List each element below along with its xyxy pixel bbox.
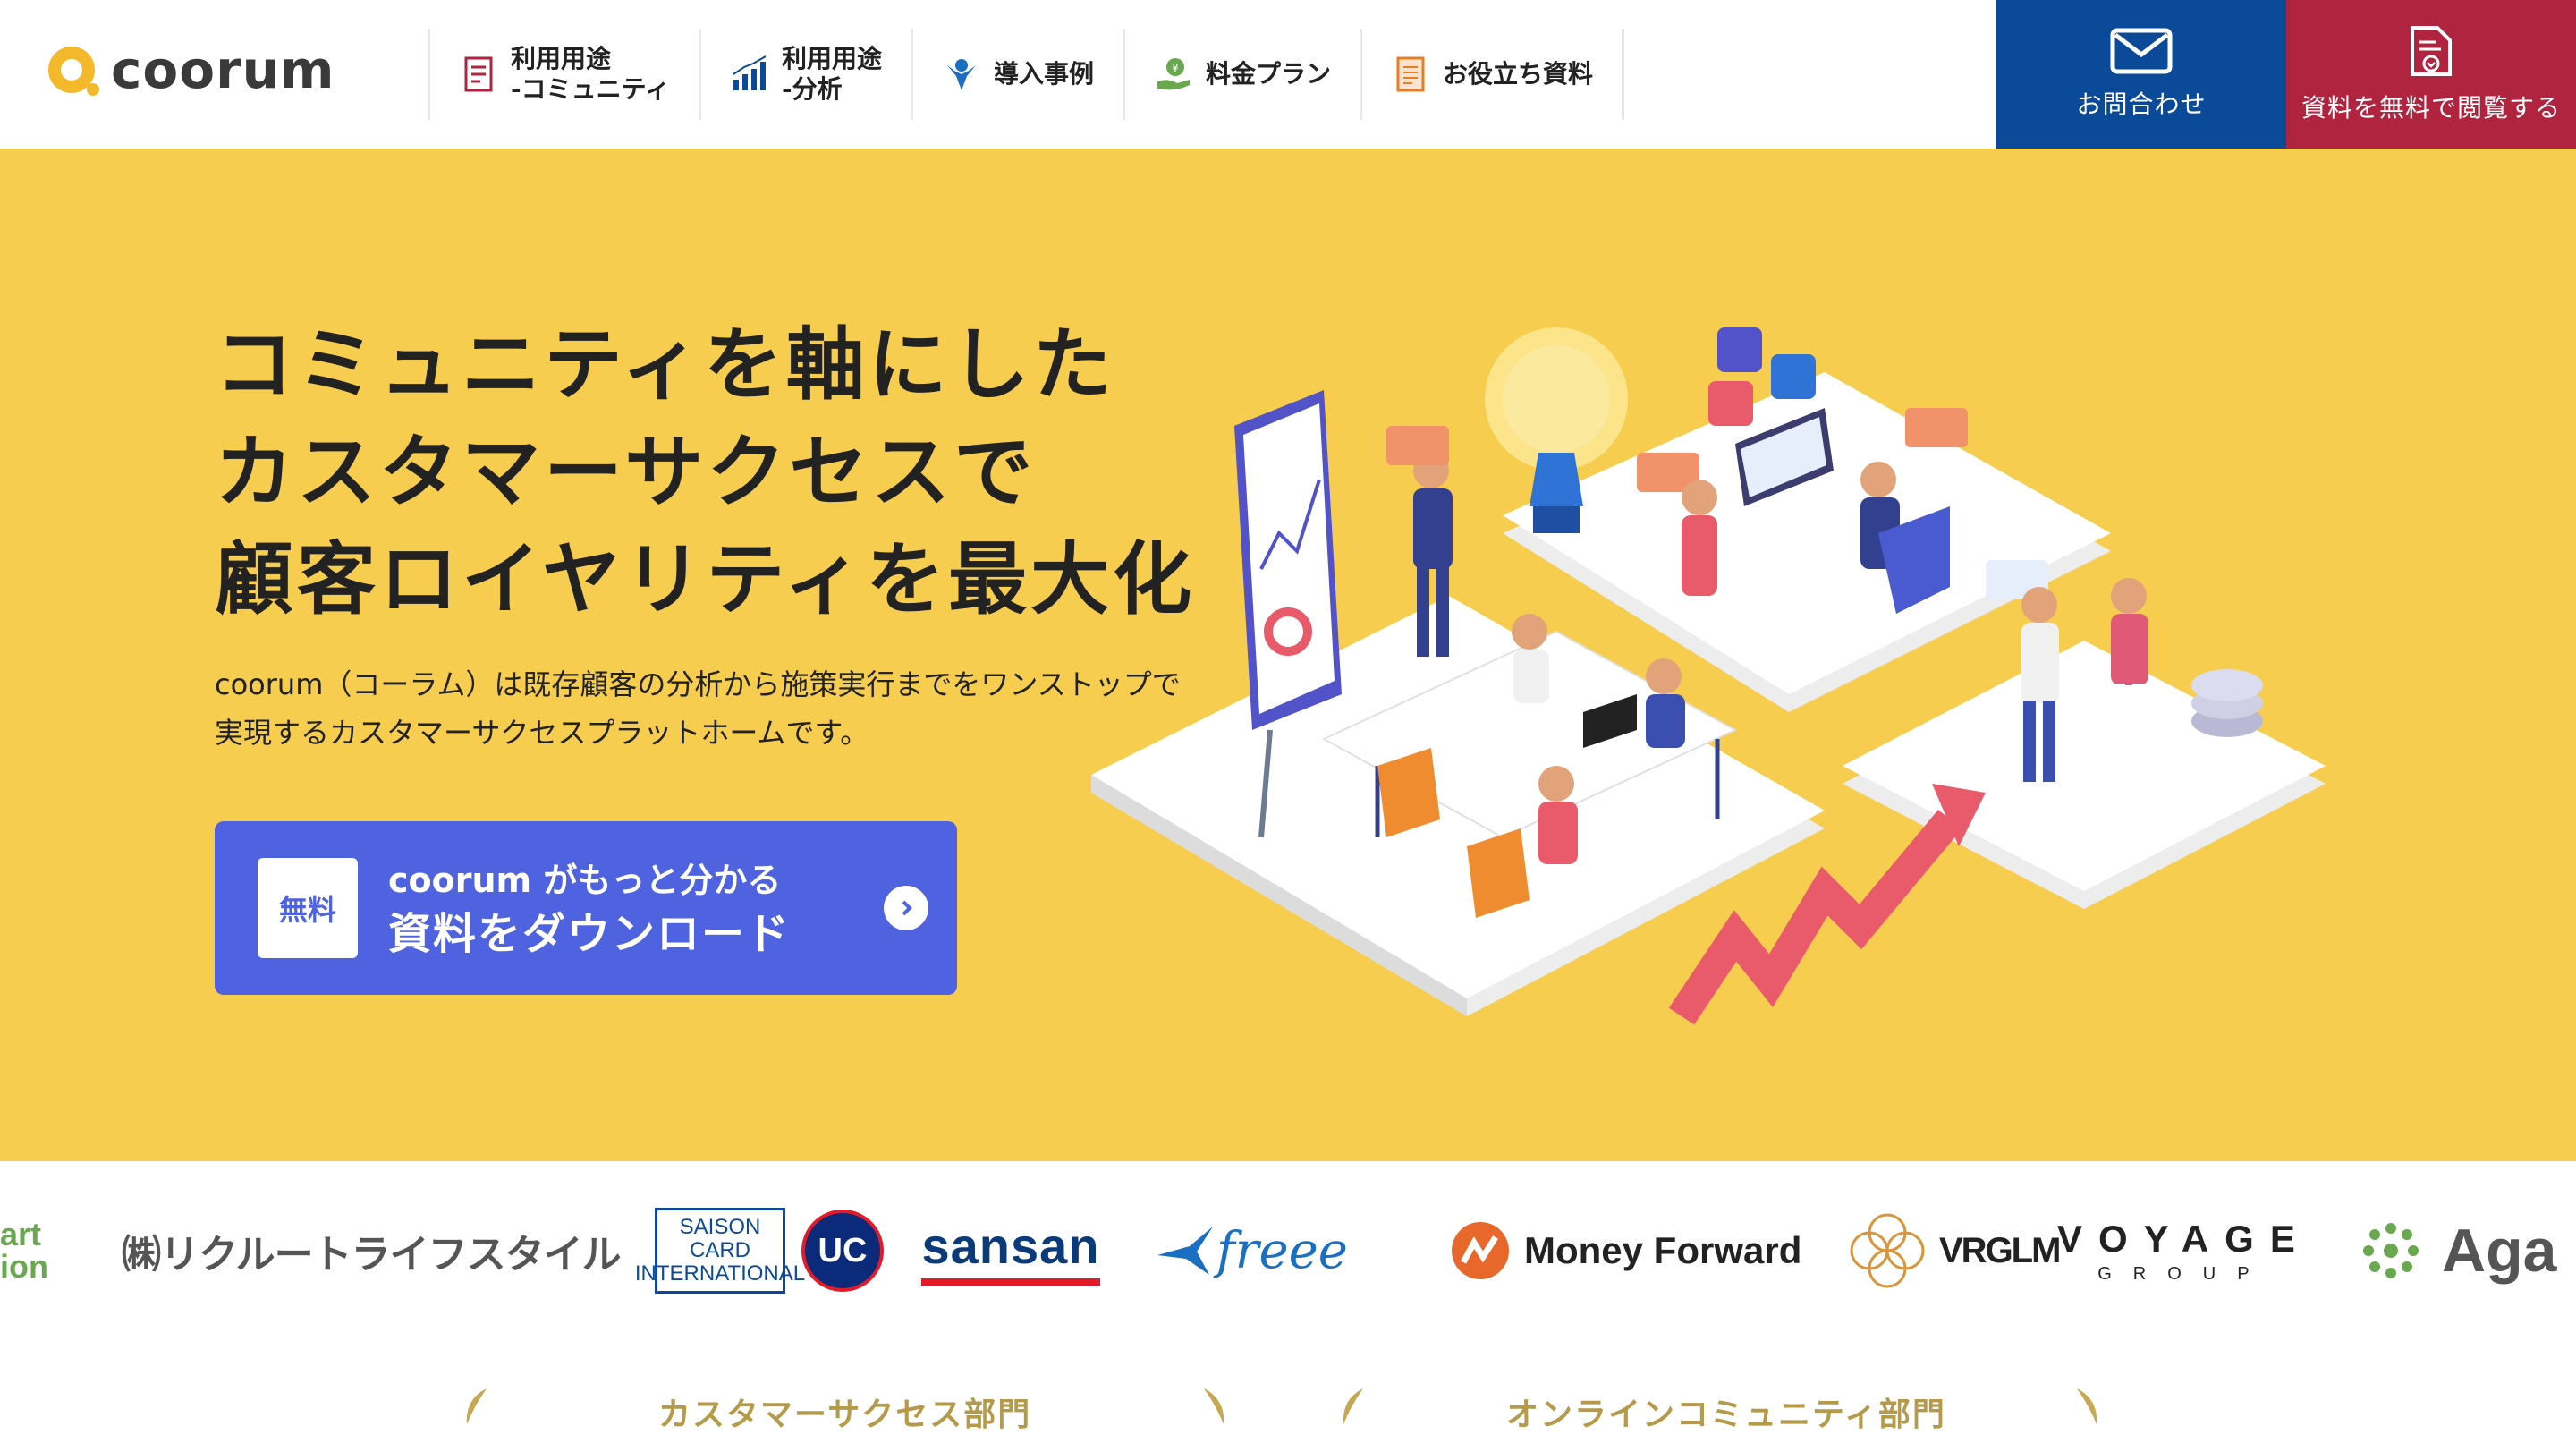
saison-card-logo: SAISON CARD INTERNATIONAL: [635, 1208, 805, 1294]
client-logo-aga: Aga: [2352, 1161, 2556, 1340]
logo-mark-icon: [48, 47, 99, 96]
bar-chart-icon: [733, 55, 767, 90]
client-logos: art ion ㈱リクルートライフスタイル SAISON CARD INTERN…: [0, 1161, 2576, 1340]
client-logo-freee: freee: [1154, 1161, 1348, 1340]
document-icon: [464, 56, 493, 92]
hero-title-line: 顧客ロイヤリティを最大化: [215, 533, 1196, 625]
svg-text:¥: ¥: [1172, 62, 1179, 74]
logo-text: coorum: [111, 39, 335, 100]
nav-label: 利用用途 -分析: [781, 44, 882, 104]
ring-pattern-icon: [1850, 1213, 1925, 1288]
voyage-logo-text: VOYAGE: [2057, 1217, 2311, 1260]
sansan-logo-text: sansan: [921, 1217, 1100, 1274]
hero-title: コミュニティを軸にした カスタマーサクセスで 顧客ロイヤリティを最大化: [215, 311, 1195, 633]
laurel-right-icon: [2077, 1388, 2097, 1424]
cta-line-2: 資料をダウンロード: [388, 909, 792, 959]
client-logo-vrglm: VRGLM: [1843, 1161, 2061, 1340]
chevron-right-icon: [884, 886, 928, 930]
hero-title-line: コミュニティを軸にした: [215, 318, 1115, 411]
free-badge: 無料: [258, 858, 358, 958]
site-header: coorum 利用用途 -コミュニティ 利用用途 -分析 導入事例 ¥ 料金プラ…: [0, 0, 2576, 149]
client-logo-moneyforward: Money Forward: [1449, 1161, 1801, 1340]
vrglm-logo-text: VRGLM: [1939, 1230, 2061, 1270]
cta-line-1: coorum がもっと分かる: [388, 861, 782, 900]
people-icon: [946, 59, 976, 90]
swallow-icon: [1157, 1227, 1213, 1275]
code-icon: [1717, 327, 1762, 372]
nav-label: 料金プラン: [1205, 59, 1331, 89]
hero-section: コミュニティを軸にした カスタマーサクセスで 顧客ロイヤリティを最大化 coor…: [0, 149, 2576, 1161]
main-nav: 利用用途 -コミュニティ 利用用途 -分析 導入事例 ¥ 料金プラン お役立ち資…: [428, 29, 1625, 120]
nav-pricing[interactable]: ¥ 料金プラン: [1122, 29, 1360, 120]
mail-icon: [2110, 28, 2173, 74]
dot-flower-icon: [2363, 1223, 2419, 1278]
nav-label: 利用用途 -コミュニティ: [511, 44, 670, 104]
contact-button[interactable]: お問合わせ: [1996, 0, 2286, 149]
client-logo-saison: SAISON CARD INTERNATIONAL: [635, 1161, 805, 1340]
braces-icon: [1708, 381, 1753, 426]
award-online-community: オンラインコミュニティ部門: [1506, 1397, 1946, 1433]
hero-title-line: カスタマーサクセスで: [215, 426, 1037, 518]
view-documents-button[interactable]: 資料を無料で閲覧する: [2286, 0, 2576, 149]
client-logo-recruit: ㈱リクルートライフスタイル: [122, 1233, 622, 1277]
cta-text: coorum がもっと分かる 資料をダウンロード: [388, 854, 791, 962]
laurel-left-icon: [466, 1388, 487, 1424]
client-logo-partial: art ion: [0, 1216, 48, 1285]
nav-label: お役立ち資料: [1443, 59, 1594, 89]
office-illustration: [1091, 327, 2326, 1025]
voyage-group-text: GROUP: [2097, 1263, 2271, 1284]
download-materials-button[interactable]: 無料 coorum がもっと分かる 資料をダウンロード: [215, 821, 957, 995]
speech-bubble: [1386, 426, 1449, 465]
sansan-underline: [921, 1278, 1100, 1286]
award-customer-success: カスタマーサクセス部門: [658, 1397, 1032, 1433]
client-logo-voyage: VOYAGE GROUP: [2057, 1161, 2311, 1340]
laurel-right-icon: [1204, 1388, 1224, 1424]
view-documents-label: 資料を無料で閲覧する: [2301, 93, 2561, 123]
aga-logo-text: Aga: [2442, 1217, 2557, 1285]
money-hand-icon: ¥: [1157, 58, 1190, 90]
nav-usecase-analysis[interactable]: 利用用途 -分析: [698, 29, 911, 120]
hero-description: coorum（コーラム）は既存顧客の分析から施策実行までをワンストップで実現する…: [215, 667, 1181, 750]
nav-label: 導入事例: [993, 59, 1094, 89]
contact-button-label: お問合わせ: [2076, 89, 2207, 119]
laurel-left-icon: [1343, 1388, 1363, 1424]
notebook-icon: [1396, 56, 1425, 92]
client-logo-sansan: sansan: [921, 1161, 1100, 1340]
uc-logo: UC: [801, 1210, 884, 1292]
nav-resources[interactable]: お役立ち資料: [1360, 29, 1625, 120]
document-download-icon: [2411, 26, 2452, 76]
coorum-logo[interactable]: coorum: [43, 36, 335, 104]
freee-logo-text: freee: [1216, 1221, 1348, 1280]
gear-icon: [1771, 354, 1816, 399]
client-logo-uc: UC: [801, 1161, 884, 1340]
speech-bubble: [1905, 408, 1968, 447]
awards-section: カスタマーサクセス部門 オンラインコミュニティ部門: [0, 1378, 2576, 1433]
nav-case-studies[interactable]: 導入事例: [910, 29, 1123, 120]
moneyforward-icon: [1452, 1222, 1509, 1279]
moneyforward-logo-text: Money Forward: [1524, 1229, 1802, 1271]
nav-usecase-community[interactable]: 利用用途 -コミュニティ: [428, 29, 699, 120]
